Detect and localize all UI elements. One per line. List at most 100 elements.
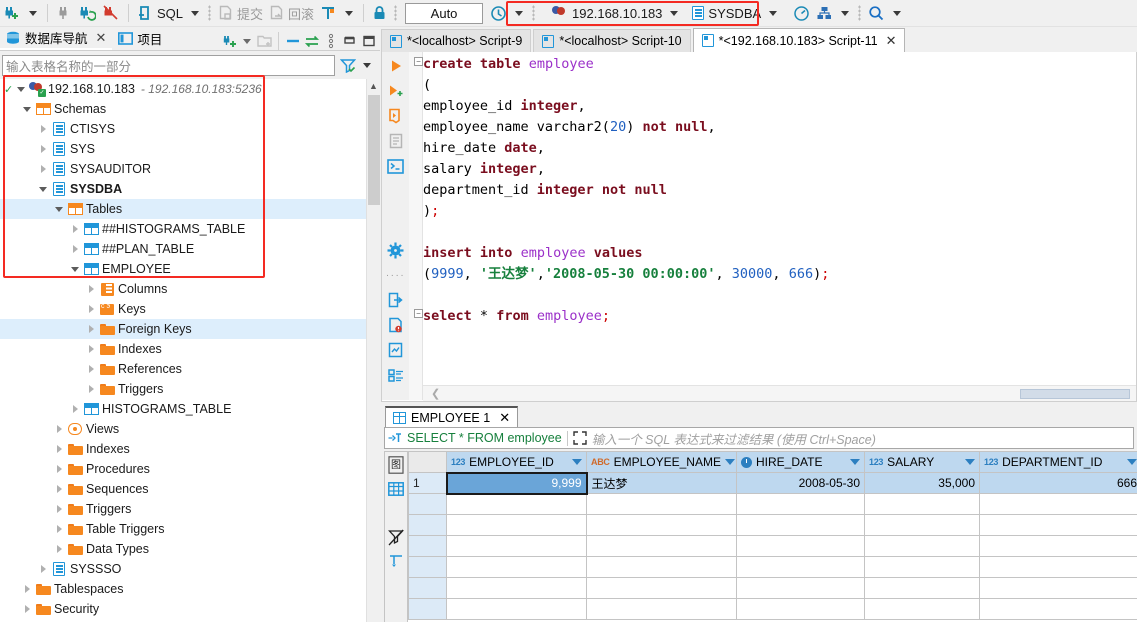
chevron-down-icon[interactable] [1127, 459, 1137, 465]
results-filter-bar[interactable]: SELECT * FROM employee 输入一个 SQL 表达式来过滤结果… [384, 427, 1134, 449]
tree-item-syssso[interactable]: SYSSSO [0, 559, 366, 579]
table-cell[interactable]: 35,000 [864, 472, 980, 494]
outline-icon[interactable] [386, 365, 406, 385]
rollback-button[interactable]: 回滚 [266, 1, 317, 25]
tree-vertical-scrollbar[interactable]: ▲ [366, 79, 380, 622]
new-connection-dropdown[interactable] [29, 10, 37, 16]
tree-item-procedures[interactable]: Procedures [0, 459, 366, 479]
new-object-button[interactable] [221, 33, 238, 50]
tree-twisty[interactable] [36, 179, 50, 199]
tab-projects[interactable]: 项目 [112, 27, 168, 50]
search-dropdown[interactable] [893, 10, 902, 16]
tree-twisty[interactable] [20, 99, 34, 119]
chevron-down-icon[interactable] [850, 459, 860, 465]
filter-dropdown[interactable] [363, 63, 371, 68]
tree-twisty[interactable] [52, 499, 66, 519]
search-button[interactable] [865, 1, 888, 25]
results-table[interactable]: 123 EMPLOYEE_ID ABC EMPLOYEE_NAME HIRE_DATE 1… [408, 451, 1137, 620]
tree-item-indexes[interactable]: Indexes [0, 339, 366, 359]
chevron-down-icon[interactable] [724, 459, 735, 465]
database-tree[interactable]: ✓ ✓ 192.168.10.183- 192.168.10.183:5236 Sch… [0, 79, 366, 622]
row-number[interactable]: 1 [408, 472, 447, 494]
transaction-auto-combo[interactable]: Auto [405, 2, 484, 24]
execute-script-icon[interactable] [386, 81, 406, 101]
grid-icon[interactable] [387, 480, 405, 498]
table-cell[interactable]: 王达梦 [586, 472, 737, 494]
tree-item-views[interactable]: Views [0, 419, 366, 439]
transaction-mode-button[interactable] [317, 1, 340, 25]
chevron-down-icon[interactable] [965, 459, 975, 465]
disconnect-button[interactable] [53, 1, 75, 25]
tree-item-indexes[interactable]: Indexes [0, 439, 366, 459]
tree-item-sysdba[interactable]: SYSDBA [0, 179, 366, 199]
toolbar-drag-handle-3[interactable] [532, 5, 536, 21]
link-editor-button[interactable] [303, 33, 320, 50]
tree-twisty[interactable] [84, 279, 98, 299]
table-cell[interactable]: 2008-05-30 [736, 472, 865, 494]
tree-twisty[interactable] [84, 339, 98, 359]
lock-button[interactable] [369, 1, 390, 25]
editor-horizontal-scrollbar[interactable]: ❮ [423, 385, 1136, 401]
table-cell[interactable]: 666 [979, 472, 1137, 494]
sql-editor[interactable]: ···· − − create table employee (employe… [381, 52, 1137, 402]
tree-item-histograms-table[interactable]: HISTOGRAMS_TABLE [0, 399, 366, 419]
tree-item-employee[interactable]: EMPLOYEE [0, 259, 366, 279]
diagram-dropdown[interactable] [841, 10, 850, 16]
query-history-button[interactable] [487, 1, 510, 25]
tree-item-keys[interactable]: Keys [0, 299, 366, 319]
diagram-button[interactable] [813, 1, 836, 25]
tree-twisty[interactable] [52, 479, 66, 499]
tree-twisty[interactable] [52, 519, 66, 539]
toolbar-drag-handle-4[interactable] [858, 5, 862, 21]
tree-twisty[interactable] [68, 259, 82, 279]
scroll-up-arrow[interactable]: ▲ [367, 79, 380, 93]
column-header-department_id[interactable]: 123 DEPARTMENT_ID [979, 451, 1137, 473]
tree-twisty[interactable] [68, 399, 82, 419]
sql-editor-button[interactable]: SQL [134, 1, 186, 25]
script-info-icon[interactable] [386, 340, 406, 360]
column-header-salary[interactable]: 123 SALARY [864, 451, 980, 473]
tree-item-sequences[interactable]: Sequences [0, 479, 366, 499]
grid-corner-cell[interactable] [408, 451, 447, 473]
tree-twisty[interactable] [20, 579, 34, 599]
tree-twisty[interactable] [52, 199, 66, 219]
column-header-hire_date[interactable]: HIRE_DATE [736, 451, 865, 473]
tree-twisty[interactable] [52, 459, 66, 479]
execute-sql-script-icon[interactable] [386, 106, 406, 126]
tree-twisty[interactable] [36, 139, 50, 159]
scroll-left-arrow[interactable]: ❮ [431, 387, 440, 400]
filter-icon[interactable] [339, 57, 356, 74]
chevron-down-icon[interactable] [572, 458, 582, 465]
scroll-thumb[interactable] [368, 95, 380, 205]
tree-item-tablespaces[interactable]: Tablespaces [0, 579, 366, 599]
connection-dropdown-caret[interactable] [670, 10, 679, 16]
execute-statement-icon[interactable] [386, 56, 406, 76]
tree-twisty[interactable] [68, 219, 82, 239]
order-icon[interactable] [387, 552, 405, 570]
tree-item-table-triggers[interactable]: Table Triggers [0, 519, 366, 539]
new-object-dropdown[interactable] [243, 38, 251, 44]
tree-twisty[interactable] [84, 379, 98, 399]
tree-twisty[interactable] [36, 159, 50, 179]
sql-editor-dropdown[interactable] [191, 10, 200, 16]
query-history-dropdown[interactable] [515, 10, 524, 16]
tree-item-columns[interactable]: Columns [0, 279, 366, 299]
dashboard-button[interactable] [790, 1, 813, 25]
maximize-button[interactable] [360, 33, 377, 50]
tree-item-sysauditor[interactable]: SYSAUDITOR [0, 159, 366, 179]
tree-item-data-types[interactable]: Data Types [0, 539, 366, 559]
commit-button[interactable]: 提交 [215, 1, 266, 25]
tree-item-ctisys[interactable]: CTISYS [0, 119, 366, 139]
tree-twisty[interactable] [84, 359, 98, 379]
column-header-employee_name[interactable]: ABC EMPLOYEE_NAME [586, 451, 737, 473]
tree-twisty[interactable] [36, 559, 50, 579]
fold-marker-2[interactable]: − [414, 309, 423, 318]
table-row[interactable]: 1 9,999 王达梦 2008-05-30 35,000 666 [408, 471, 1137, 495]
tree-item-histograms-table[interactable]: ##HISTOGRAMS_TABLE [0, 219, 366, 239]
tab-database-navigator[interactable]: 数据库导航 ✕ [0, 27, 113, 50]
export-icon[interactable] [386, 290, 406, 310]
column-header-employee_id[interactable]: 123 EMPLOYEE_ID [446, 451, 587, 473]
toolbar-drag-handle-2[interactable] [394, 5, 398, 21]
tree-twisty[interactable] [52, 419, 66, 439]
tree-twisty[interactable] [84, 299, 98, 319]
